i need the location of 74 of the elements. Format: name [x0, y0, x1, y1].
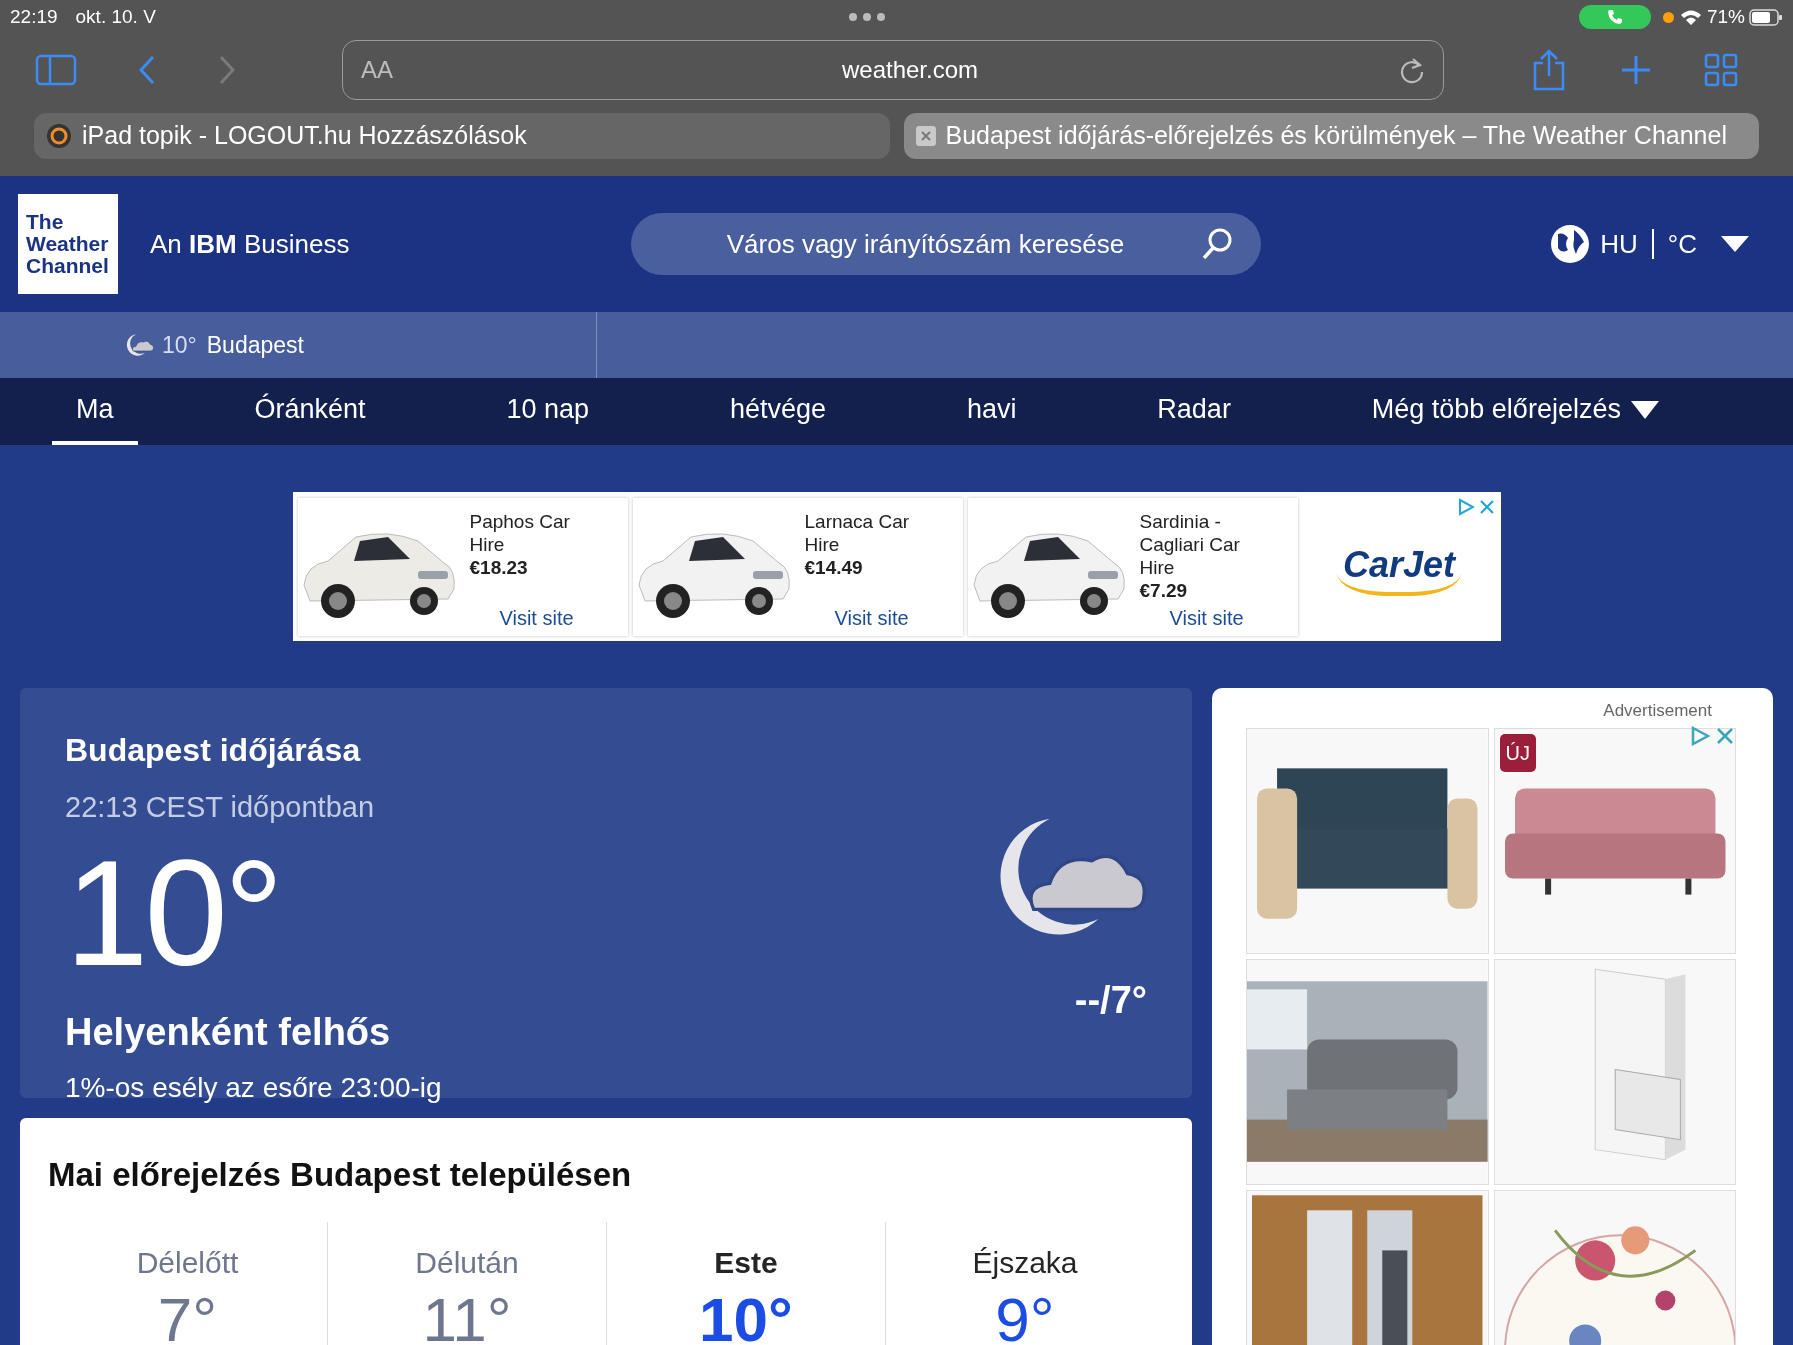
tagline: An IBM Business — [150, 227, 350, 261]
caret-icon — [1630, 400, 1659, 419]
condition-text: Helyenként felhős — [65, 1009, 392, 1055]
current-temperature: 10° — [65, 837, 281, 988]
period-temperature: 11° — [422, 1284, 512, 1345]
visit-site-link[interactable]: Visit site — [834, 606, 943, 630]
precipitation-text: 1%-os esély az esőre 23:00-ig — [65, 1070, 443, 1105]
caret-icon[interactable] — [1721, 236, 1749, 252]
observation-time: 22:13 CEST időpontban — [65, 790, 376, 825]
wifi-icon — [1679, 8, 1702, 26]
ad-banner[interactable]: Paphos Car Hire €18.23 Visit site Larnaca Car Hire €14.49 Visit site Sardinia - Cagliari Car Hire €7.29 Visit site CarJet — [292, 492, 1501, 641]
nav-tab[interactable]: Ma — [52, 378, 138, 445]
ad-price: €18.23 — [469, 555, 529, 579]
period-label: Délután — [415, 1244, 519, 1281]
period-label: Délelőtt — [136, 1244, 239, 1281]
ad-price: €7.29 — [1139, 578, 1189, 602]
cloud-moon-icon — [124, 333, 154, 357]
ad-card[interactable]: Paphos Car Hire €18.23 Visit site — [297, 497, 628, 636]
reload-icon[interactable] — [1399, 55, 1425, 84]
battery-percentage: 71% — [1706, 4, 1745, 29]
new-tab-icon[interactable] — [1620, 53, 1652, 86]
site-logo[interactable]: The Weather Channel — [18, 194, 118, 294]
visit-site-link[interactable]: Visit site — [499, 606, 608, 630]
ad-title: Larnaca Car Hire — [804, 509, 911, 556]
url-text: weather.com — [840, 54, 980, 85]
location-temperature: 10° — [162, 330, 197, 360]
ad-card[interactable]: Sardinia - Cagliari Car Hire €7.29 Visit site — [967, 497, 1298, 636]
back-icon[interactable] — [137, 53, 157, 86]
browser-tab[interactable]: iPad topik - LOGOUT.hu Hozzászólások — [34, 112, 890, 159]
status-time: 22:19 — [10, 4, 58, 29]
ad-choices-icon[interactable] — [1456, 498, 1475, 516]
card-title: Budapest időjárása — [65, 731, 362, 770]
nav-tab[interactable]: Még több előrejelzés — [1347, 378, 1683, 445]
ad-choices-icon[interactable] — [1690, 726, 1710, 746]
site-icon — [46, 122, 72, 149]
ad-title: Sardinia - Cagliari Car Hire — [1139, 509, 1241, 579]
search-icon[interactable] — [1201, 227, 1234, 261]
unit-label[interactable]: °C — [1667, 224, 1697, 264]
high-low-temperature: --/7° — [1074, 978, 1147, 1023]
nav-tab[interactable]: Radar — [1133, 378, 1255, 445]
close-icon[interactable] — [915, 125, 936, 146]
period-temperature: 9° — [995, 1284, 1055, 1345]
address-bar[interactable]: AA weather.com — [342, 39, 1444, 100]
nav-tab[interactable]: Óránként — [230, 378, 390, 445]
search-field[interactable]: Város vagy irányítószám keresése — [631, 213, 1262, 275]
ad-title: Paphos Car Hire — [469, 509, 571, 556]
globe-icon[interactable] — [1550, 224, 1591, 264]
nav-tab[interactable]: hétvége — [705, 378, 850, 445]
share-icon[interactable] — [1532, 48, 1566, 91]
battery-icon — [1749, 8, 1783, 26]
more-icon — [848, 12, 887, 22]
period-label: Éjszaka — [972, 1244, 1078, 1281]
nav-tab[interactable]: havi — [942, 378, 1041, 445]
advertiser-logo[interactable]: CarJet — [1336, 537, 1462, 596]
sidebar-icon[interactable] — [35, 53, 77, 86]
status-date: okt. 10. V — [75, 4, 156, 29]
period-temperature: 10° — [699, 1284, 793, 1345]
text-size-button[interactable]: AA — [361, 51, 421, 88]
close-icon[interactable] — [1716, 727, 1734, 745]
advertisement-label: Advertisement — [1603, 700, 1712, 722]
ad-card[interactable]: Larnaca Car Hire €14.49 Visit site — [632, 497, 963, 636]
location-city[interactable]: Budapest — [206, 327, 304, 363]
period-label: Este — [714, 1244, 778, 1281]
new-badge: ÚJ — [1499, 733, 1536, 772]
forecast-title: Mai előrejelzés Budapest településen — [48, 1155, 633, 1195]
visit-site-link[interactable]: Visit site — [1169, 606, 1278, 630]
tab-overview-icon[interactable] — [1704, 52, 1738, 87]
ad-price: €14.49 — [804, 555, 864, 579]
nav-tab[interactable]: 10 nap — [482, 378, 613, 445]
phone-icon — [1606, 9, 1623, 25]
close-icon[interactable] — [1478, 499, 1495, 515]
period-temperature: 7° — [157, 1284, 218, 1345]
forward-icon[interactable] — [217, 53, 237, 86]
language-label[interactable]: HU — [1600, 224, 1638, 264]
